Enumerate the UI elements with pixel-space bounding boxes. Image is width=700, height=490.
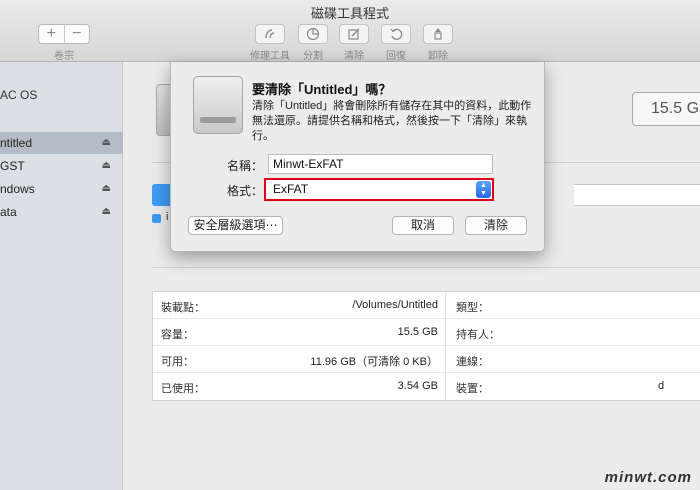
dialog-message: 清除「Untitled」將會刪除所有儲存在其中的資料，此動作無法還原。請提供名稱… (252, 100, 532, 142)
first-aid-icon (265, 29, 275, 39)
info-value: 15.5 GB (397, 326, 438, 338)
sidebar-item-untitled[interactable]: ntitled ⏏ (0, 132, 123, 154)
restore-label: 回復 (386, 51, 406, 62)
eject-icon[interactable]: ⏏ (102, 132, 111, 154)
sidebar-item-windows[interactable]: ndows ⏏ (0, 178, 123, 200)
eject-icon[interactable]: ⏏ (102, 155, 111, 177)
security-options-button[interactable]: 安全層級選項⋯ (188, 216, 283, 235)
add-volume-button[interactable]: + (39, 25, 64, 43)
watermark: minwt.com (604, 469, 692, 486)
info-value: 3.54 GB (397, 380, 438, 392)
eject-icon[interactable]: ⏏ (102, 178, 111, 200)
info-value: 11.96 GB（可清除 0 KB） (310, 356, 438, 368)
erase-button[interactable]: 清除 (334, 24, 374, 62)
restore-button[interactable]: 回復 (376, 24, 416, 62)
erase-icon (348, 28, 360, 40)
sidebar-item-label: GST (0, 159, 25, 173)
dialog-title: 要清除「Untitled」嗎？ (252, 82, 392, 97)
sidebar-item-data[interactable]: ata ⏏ (0, 201, 123, 223)
volume-segmented-control: + − (38, 24, 90, 44)
external-disk-icon (193, 76, 243, 134)
partition-label: 分割 (303, 51, 323, 62)
info-key: 可用： (161, 356, 194, 368)
info-key: 裝載點： (161, 302, 205, 314)
sidebar-item-label: ndows (0, 182, 35, 196)
first-aid-button[interactable]: 修理工具 (250, 24, 290, 62)
partition-icon (306, 27, 320, 41)
usage-bar-free (574, 184, 700, 206)
unmount-icon (434, 28, 442, 40)
sidebar-item-label: ntitled (0, 136, 33, 150)
first-aid-label: 修理工具 (250, 51, 290, 62)
restore-icon (390, 28, 403, 40)
info-key: 類型： (456, 302, 489, 314)
info-value: d (658, 380, 665, 392)
sidebar-item-gst[interactable]: GST ⏏ (0, 155, 123, 177)
partition-button[interactable]: 分割 (293, 24, 333, 62)
usage-bar-used (152, 184, 172, 206)
volume-group: + − 卷宗 (38, 24, 90, 62)
unmount-button[interactable]: 卸除 (418, 24, 458, 62)
format-label: 格式： (226, 184, 263, 198)
table-row: 已使用： 3.54 GB 裝置： d (153, 373, 700, 400)
remove-volume-button[interactable]: − (63, 25, 90, 43)
table-row: 可用： 11.96 GB（可清除 0 KB） 連線： (153, 346, 700, 373)
table-row: 容量： 15.5 GB 持有人： (153, 319, 700, 346)
info-key: 持有人： (456, 329, 500, 341)
info-value: /Volumes/Untitled (352, 299, 438, 311)
chevron-up-down-icon: ▲ ▼ (476, 181, 491, 198)
sidebar-item-label: ata (0, 205, 17, 219)
erase-confirm-button[interactable]: 清除 (465, 216, 527, 235)
info-key: 容量： (161, 329, 194, 341)
info-key: 已使用： (161, 383, 205, 395)
info-table: 裝載點： /Volumes/Untitled 類型： 容量： 15.5 GB 持… (152, 291, 700, 401)
format-select-value: ExFAT (273, 182, 309, 196)
unmount-label: 卸除 (428, 51, 448, 62)
format-select[interactable]: ExFAT ▲ ▼ (264, 178, 494, 201)
erase-dialog: 要清除「Untitled」嗎？ 清除「Untitled」將會刪除所有儲存在其中的… (170, 62, 545, 252)
name-field[interactable]: Minwt-ExFAT (268, 154, 493, 174)
toolbar: 磁碟工具程式 + − 卷宗 修理工具 分割 清除 回復 卸除 (0, 0, 700, 62)
sidebar: AC OS ntitled ⏏ GST ⏏ ndows ⏏ ata ⏏ (0, 62, 123, 490)
table-row: 裝載點： /Volumes/Untitled 類型： (153, 292, 700, 319)
cancel-button[interactable]: 取消 (392, 216, 454, 235)
info-key: 連線： (456, 356, 489, 368)
window-title: 磁碟工具程式 (310, 6, 389, 21)
sidebar-header: AC OS (0, 88, 38, 102)
volume-label: 卷宗 (54, 51, 74, 62)
erase-label: 清除 (344, 51, 364, 62)
legend-swatch (152, 214, 161, 223)
info-key: 裝置： (456, 383, 489, 395)
eject-icon[interactable]: ⏏ (102, 201, 111, 223)
divider (152, 267, 700, 268)
legend-label: i (166, 211, 169, 223)
name-label: 名稱： (226, 159, 263, 173)
capacity-display: 15.5 G (632, 92, 700, 126)
